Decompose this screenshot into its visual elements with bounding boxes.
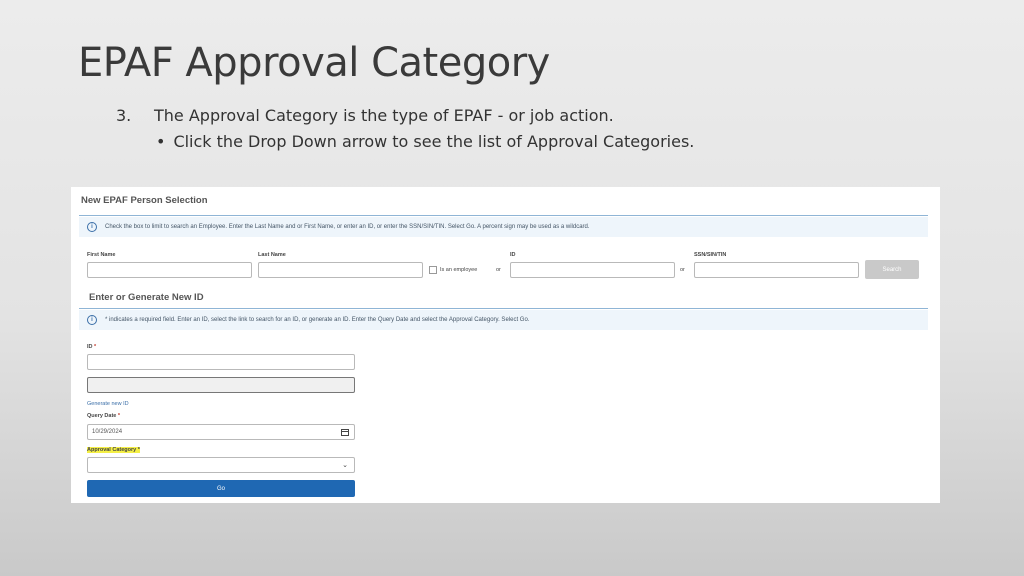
required-mark: *	[94, 344, 97, 350]
approval-category-select[interactable]: ⌄	[87, 457, 355, 473]
id-search-label: ID	[510, 252, 516, 258]
id-input[interactable]	[87, 354, 355, 370]
chevron-down-icon[interactable]: ⌄	[342, 461, 348, 469]
section-divider	[79, 215, 928, 216]
sub-bullet-text: Click the Drop Down arrow to see the lis…	[173, 132, 695, 151]
section-title: Enter or Generate New ID	[89, 292, 204, 303]
search-button[interactable]: Search	[865, 260, 919, 279]
step-text: The Approval Category is the type of EPA…	[154, 106, 614, 125]
slide-title: EPAF Approval Category	[78, 40, 550, 86]
search-info-text: Check the box to limit to search an Empl…	[105, 224, 590, 230]
generate-id-link[interactable]: Generate new ID	[87, 401, 129, 407]
required-info-bar: i * indicates a required field. Enter an…	[79, 310, 928, 330]
or-label: or	[496, 267, 501, 273]
last-name-input[interactable]	[258, 262, 423, 278]
ssn-input[interactable]	[694, 262, 859, 278]
step-number: 3.	[116, 106, 132, 125]
bullet-dot: •	[156, 132, 166, 151]
sub-bullet: • Click the Drop Down arrow to see the li…	[156, 132, 694, 151]
id-search-input[interactable]	[510, 262, 675, 278]
first-name-input[interactable]	[87, 262, 252, 278]
employee-checkbox-label: Is an employee	[440, 267, 478, 273]
id-label: ID *	[87, 344, 96, 350]
query-date-input[interactable]: 10/29/2024	[87, 424, 355, 440]
required-mark: *	[117, 413, 121, 419]
calendar-icon[interactable]	[341, 429, 349, 436]
name-display-field	[87, 377, 355, 393]
id-label-text: ID	[87, 344, 93, 350]
query-date-value: 10/29/2024	[92, 429, 123, 435]
approval-category-label: Approval Category *	[87, 447, 140, 453]
required-info-text: * indicates a required field. Enter an I…	[105, 317, 530, 323]
query-date-label: Query Date *	[87, 413, 120, 419]
last-name-label: Last Name	[258, 252, 286, 258]
info-icon: i	[87, 315, 97, 325]
ssn-label: SSN/SIN/TIN	[694, 252, 727, 258]
info-icon: i	[87, 222, 97, 232]
query-date-label-text: Query Date	[87, 413, 117, 419]
step-bullet: 3. The Approval Category is the type of E…	[116, 106, 614, 125]
section-divider	[79, 308, 928, 309]
panel-title: New EPAF Person Selection	[81, 195, 208, 206]
go-button[interactable]: Go	[87, 480, 355, 497]
epaf-form-screenshot: New EPAF Person Selection i Check the bo…	[71, 187, 940, 503]
approval-category-label-text: Approval Category *	[87, 447, 140, 453]
first-name-label: First Name	[87, 252, 116, 258]
employee-checkbox[interactable]	[429, 266, 437, 274]
search-info-bar: i Check the box to limit to search an Em…	[79, 217, 928, 237]
or-label: or	[680, 267, 685, 273]
